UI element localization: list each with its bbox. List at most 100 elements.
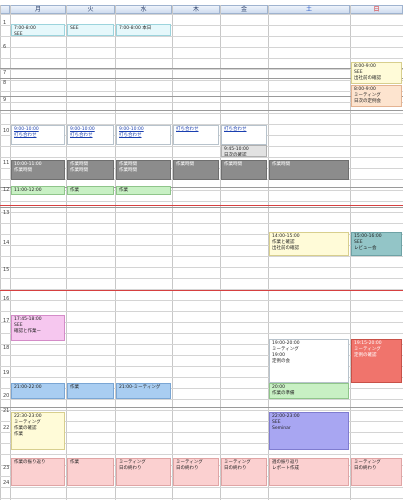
calendar-event[interactable]: SEE — [67, 24, 114, 36]
calendar-event[interactable]: ミーティング 日の終わり — [221, 458, 267, 486]
event-text: 出社前の確認 — [272, 246, 299, 251]
calendar-event[interactable]: 9:00-10:00 打ち合わせ — [11, 125, 65, 145]
current-time-line — [0, 205, 403, 206]
event-text: SEE — [14, 32, 23, 36]
row-divider — [0, 212, 403, 213]
calendar-event[interactable]: 14:00-15:00 作業と確認 出社前の確認 — [269, 232, 349, 256]
row-divider — [0, 399, 403, 400]
calendar-event[interactable]: ミーティング 日の終わり — [116, 458, 171, 486]
day-header-5[interactable]: 土 — [268, 5, 350, 14]
hour-label: 8 — [3, 80, 7, 86]
calendar-event[interactable]: 20:00 作業の準備 — [269, 383, 349, 399]
calendar-event[interactable]: 8:00-9:00 ミーティング 日次の定例会 — [351, 85, 402, 107]
row-divider — [0, 69, 403, 70]
calendar-event[interactable]: 7:00-8:00 本日 — [116, 24, 171, 36]
event-text: 打ち合わせ — [224, 127, 247, 132]
day-header-0[interactable]: 月 — [10, 5, 66, 14]
row-divider — [0, 498, 403, 499]
calendar-event[interactable]: ミーティング 日の終わり — [173, 458, 219, 486]
calendar-event[interactable]: 19:00-20:00 ミーティング 19:00 定例の会 — [269, 339, 349, 383]
calendar-event[interactable]: 21:00-22:00 — [11, 383, 65, 399]
calendar-event[interactable]: 19:15-20:00 ミーティング 定例の確認 — [351, 339, 402, 383]
day-header-3[interactable]: 木 — [172, 5, 220, 14]
calendar-event[interactable]: 作業時間 — [173, 160, 219, 180]
event-text: 日の終わり — [354, 466, 377, 471]
hour-divider — [0, 407, 403, 408]
event-text: 日次の確認 — [224, 153, 247, 157]
event-text: 作業時間 — [272, 162, 290, 167]
event-text: 作業 — [70, 188, 79, 193]
event-text: 7:00-8:00 本日 — [119, 26, 152, 31]
calendar-event[interactable]: 9:45-10:00 日次の確認 — [221, 145, 267, 157]
row-divider — [0, 410, 403, 411]
calendar-event[interactable]: 10:00-11:00 作業時間 — [11, 160, 65, 180]
row-divider — [0, 278, 403, 279]
hour-label: 6 — [3, 44, 7, 50]
row-divider — [0, 146, 403, 147]
row-divider — [0, 300, 403, 301]
calendar-event[interactable]: 打ち合わせ — [173, 125, 219, 145]
event-text: SEE — [70, 26, 79, 31]
event-text: 作業 — [119, 188, 128, 193]
hour-label: 24 — [3, 480, 10, 486]
day-header-6[interactable]: 日 — [350, 5, 403, 14]
calendar-event[interactable]: 打ち合わせ — [221, 125, 267, 145]
row-divider — [0, 311, 403, 312]
event-text: 打ち合わせ — [176, 127, 199, 132]
calendar-event[interactable]: 7:00-8:00 SEE — [11, 24, 65, 36]
hour-label: 14 — [3, 240, 10, 246]
calendar-event[interactable]: 作業時間 作業時間 — [116, 160, 171, 180]
calendar-event[interactable]: 作業 — [67, 458, 114, 486]
row-divider — [0, 454, 403, 455]
hour-divider — [0, 78, 403, 79]
event-text: 作業時間 — [224, 162, 242, 167]
event-text: 確認と作業ー — [14, 329, 41, 334]
weekly-calendar: 月火水木金土日 1 6 7 8 9 10 11 12 13 14 15 16 17 18 19 20 21 22 2… — [0, 0, 403, 500]
row-divider — [0, 256, 403, 257]
event-text: 日の終わり — [119, 466, 142, 471]
hour-label: 9 — [3, 97, 7, 103]
calendar-event[interactable]: 22:30-23:00 ミーティング 作業の確認 作業 — [11, 412, 65, 450]
row-divider — [0, 157, 403, 158]
calendar-event[interactable]: 11:00-12:00 — [11, 186, 65, 195]
event-text: 作業の振り返り — [14, 460, 46, 465]
calendar-event[interactable]: 作業時間 — [269, 160, 349, 180]
hour-label: 23 — [3, 465, 10, 471]
calendar-event[interactable]: 作業時間 — [221, 160, 267, 180]
corner-cell — [0, 5, 10, 14]
event-text: 日次の定例会 — [354, 99, 381, 104]
event-text: Seminar — [272, 426, 291, 431]
event-text: レポート作成 — [272, 466, 299, 471]
row-divider — [0, 113, 403, 114]
calendar-event[interactable]: 9:00-10:00 打ち合わせ — [67, 125, 114, 145]
calendar-event[interactable]: 8:00-9:00 SEE 出社前の確認 — [351, 62, 402, 84]
calendar-event[interactable]: 15:00-16:00 SEE レビュー会 — [351, 232, 402, 256]
event-text: 日の終わり — [224, 466, 247, 471]
calendar-event[interactable]: 作業 — [67, 186, 114, 195]
event-text: 日の終わり — [176, 466, 199, 471]
row-divider — [0, 36, 403, 37]
calendar-event[interactable]: 9:00-10:00 打ち合わせ — [116, 125, 171, 145]
calendar-event[interactable]: 21:00-ミーティング — [116, 383, 171, 399]
hour-divider — [0, 68, 403, 69]
calendar-event[interactable]: 作業時間 作業時間 — [67, 160, 114, 180]
hour-divider — [0, 96, 403, 97]
day-header-4[interactable]: 金 — [220, 5, 268, 14]
calendar-event[interactable]: 22:00-23:00 SEE Seminar — [269, 412, 349, 450]
event-text: レビュー会 — [354, 246, 377, 251]
day-header-1[interactable]: 火 — [66, 5, 115, 14]
hour-label: 21 — [3, 408, 10, 414]
row-divider — [0, 14, 403, 15]
event-text: 作業時間 — [176, 162, 194, 167]
day-header-2[interactable]: 水 — [115, 5, 172, 14]
hour-label: 7 — [3, 70, 7, 76]
calendar-event[interactable]: 週の振り返り レポート作成 — [269, 458, 349, 486]
calendar-event[interactable]: 作業 — [67, 383, 114, 399]
hour-label: 20 — [3, 393, 10, 399]
calendar-event[interactable]: 作業の振り返り — [11, 458, 65, 486]
calendar-event[interactable]: 作業 — [116, 186, 171, 195]
calendar-event[interactable]: 17:45-18:00 SEE 確認と作業ー — [11, 315, 65, 341]
calendar-event[interactable]: ミーティング 日の終わり — [351, 458, 402, 486]
event-text: 作業 — [14, 432, 23, 437]
hour-label: 11 — [3, 160, 10, 166]
